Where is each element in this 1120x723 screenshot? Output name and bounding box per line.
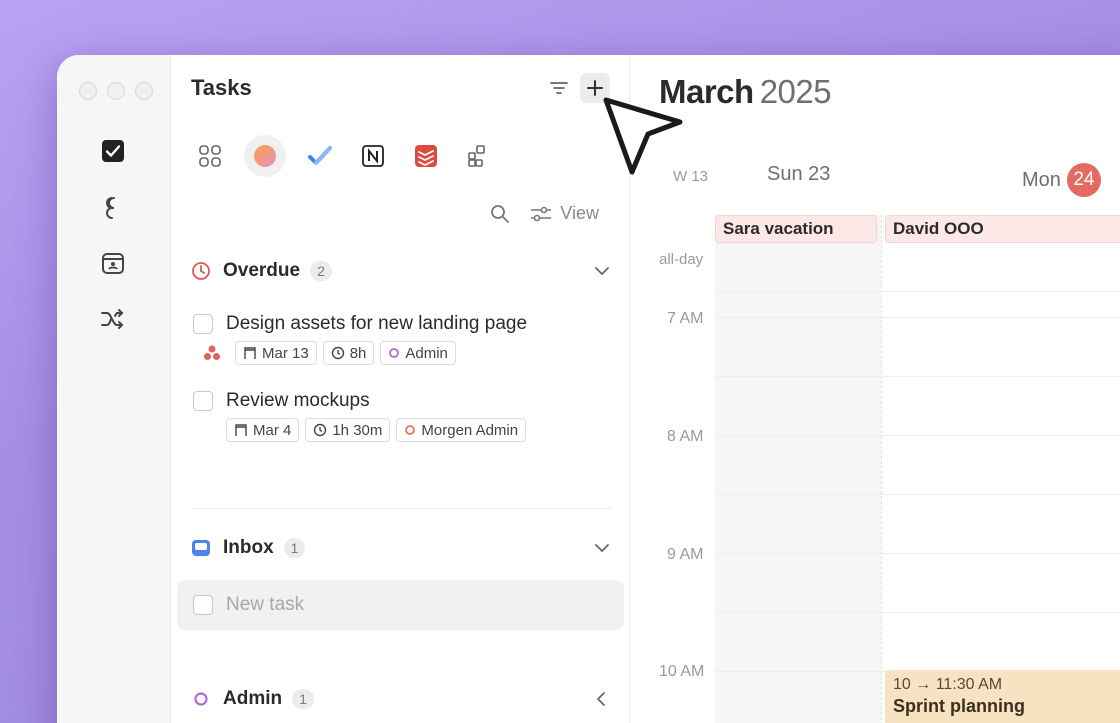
zoom-window-button[interactable] bbox=[135, 82, 153, 100]
allday-event[interactable]: David OOO bbox=[885, 215, 1120, 243]
due-date-label: Mar 13 bbox=[262, 344, 309, 362]
day-header-sun[interactable]: Sun 23 bbox=[767, 163, 830, 186]
due-date-label: Mar 4 bbox=[253, 421, 292, 439]
duration-chip[interactable]: 1h 30m bbox=[305, 418, 391, 442]
event-time: 10 → 11:30 AM bbox=[893, 676, 1003, 693]
chevron-left-icon[interactable] bbox=[593, 690, 611, 708]
clock-icon bbox=[331, 346, 344, 360]
close-window-button[interactable] bbox=[79, 82, 97, 100]
today-badge: 24 bbox=[1066, 163, 1101, 197]
hour-line bbox=[715, 612, 1120, 613]
list-ring-icon bbox=[405, 425, 416, 435]
sidebar-rail bbox=[57, 55, 171, 723]
day-label: Mon bbox=[1022, 168, 1061, 191]
view-label: View bbox=[560, 203, 599, 223]
tasks-panel: Tasks View Overdue 2 Design assets for n… bbox=[171, 55, 630, 723]
hour-line bbox=[715, 317, 1120, 318]
chevron-down-icon[interactable] bbox=[593, 539, 611, 557]
due-date-chip[interactable]: Mar 13 bbox=[235, 341, 317, 365]
duration-label: 1h 30m bbox=[332, 421, 383, 439]
allday-event[interactable]: Sara vacation bbox=[715, 215, 877, 243]
add-integration-icon[interactable] bbox=[460, 137, 498, 175]
minimize-window-button[interactable] bbox=[107, 82, 125, 100]
new-task-placeholder: New task bbox=[226, 594, 305, 615]
inbox-label: Inbox bbox=[223, 537, 274, 558]
list-chip[interactable]: Morgen Admin bbox=[396, 418, 527, 442]
task-item[interactable]: Review mockups Mar 4 1h 30m Morgen Admin bbox=[193, 390, 527, 442]
day-label: Sun 23 bbox=[767, 163, 831, 185]
new-task-checkbox bbox=[193, 595, 213, 615]
search-view-row: View bbox=[490, 203, 599, 224]
clock-icon bbox=[192, 262, 210, 280]
day-header-mon[interactable]: Mon 24 bbox=[1022, 163, 1101, 197]
admin-label: Admin bbox=[223, 688, 283, 709]
view-button[interactable]: View bbox=[530, 203, 599, 224]
window-controls bbox=[79, 82, 153, 100]
section-divider bbox=[191, 508, 611, 509]
hour-label: 9 AM bbox=[667, 546, 704, 563]
deadline-flag-icon bbox=[235, 424, 247, 436]
cursor-pointer-icon bbox=[603, 97, 683, 175]
notion-icon[interactable] bbox=[354, 137, 392, 175]
list-ring-icon bbox=[194, 692, 208, 706]
morgen-avatar-icon[interactable] bbox=[244, 135, 286, 177]
task-title: Design assets for new landing page bbox=[226, 313, 528, 334]
filter-icon bbox=[550, 82, 568, 94]
hour-line bbox=[715, 435, 1120, 436]
duration-label: 8h bbox=[349, 344, 367, 362]
tasks-title: Tasks bbox=[191, 75, 252, 100]
event-title: Sprint planning bbox=[893, 696, 1025, 716]
sliders-icon bbox=[531, 206, 552, 221]
assignees-icon bbox=[204, 345, 220, 360]
chevron-down-icon[interactable] bbox=[593, 262, 611, 280]
task-title: Review mockups bbox=[226, 390, 370, 411]
overdue-count: 2 bbox=[310, 261, 332, 281]
hour-line bbox=[715, 291, 1120, 292]
filter-button[interactable] bbox=[544, 73, 574, 103]
admin-section-header[interactable]: Admin 1 bbox=[191, 688, 611, 710]
task-item[interactable]: Design assets for new landing page Mar 1… bbox=[193, 313, 527, 365]
list-ring-icon bbox=[389, 348, 400, 358]
clock-icon bbox=[314, 423, 327, 437]
todoist-icon[interactable] bbox=[407, 137, 445, 175]
calendar-contact-icon[interactable] bbox=[100, 250, 126, 276]
task-sources bbox=[191, 135, 513, 177]
list-chip[interactable]: Admin bbox=[380, 341, 456, 365]
inbox-section-header[interactable]: Inbox 1 bbox=[191, 537, 611, 559]
allday-label: all-day bbox=[659, 251, 704, 268]
task-checkbox[interactable] bbox=[193, 314, 213, 334]
checkmark-app-icon[interactable] bbox=[301, 137, 339, 175]
tasks-checkbox-icon[interactable] bbox=[100, 138, 126, 164]
hour-label: 10 AM bbox=[659, 663, 705, 680]
inbox-count: 1 bbox=[283, 538, 306, 558]
inbox-icon bbox=[192, 540, 210, 556]
overdue-section-header[interactable]: Overdue 2 bbox=[191, 260, 611, 282]
calendar-event[interactable]: 10 → 11:30 AM Sprint planning bbox=[885, 670, 1120, 723]
app-window: Tasks View Overdue 2 Design assets for n… bbox=[57, 55, 1120, 723]
link-loop-icon[interactable] bbox=[100, 194, 126, 220]
new-task-input[interactable]: New task bbox=[177, 580, 624, 630]
search-icon[interactable] bbox=[490, 204, 510, 224]
hour-line bbox=[715, 494, 1120, 495]
admin-count: 1 bbox=[292, 689, 314, 709]
year: 2025 bbox=[759, 73, 832, 110]
list-label: Admin bbox=[405, 344, 448, 362]
task-checkbox[interactable] bbox=[193, 391, 213, 411]
grid-icon[interactable] bbox=[191, 137, 229, 175]
duration-chip[interactable]: 8h bbox=[322, 341, 375, 365]
overdue-label: Overdue bbox=[223, 260, 301, 281]
due-date-chip[interactable]: Mar 4 bbox=[226, 418, 300, 442]
hour-line bbox=[715, 376, 1120, 377]
hour-label: 7 AM bbox=[667, 310, 704, 327]
calendar-view: March 2025 W 13 Sun 23 Mon 24 Sara vacati… bbox=[630, 55, 1120, 723]
shuffle-icon[interactable] bbox=[100, 306, 126, 332]
hour-label: 8 AM bbox=[667, 428, 704, 445]
list-label: Morgen Admin bbox=[421, 421, 519, 439]
deadline-flag-icon bbox=[244, 347, 256, 359]
hour-line bbox=[715, 553, 1120, 554]
